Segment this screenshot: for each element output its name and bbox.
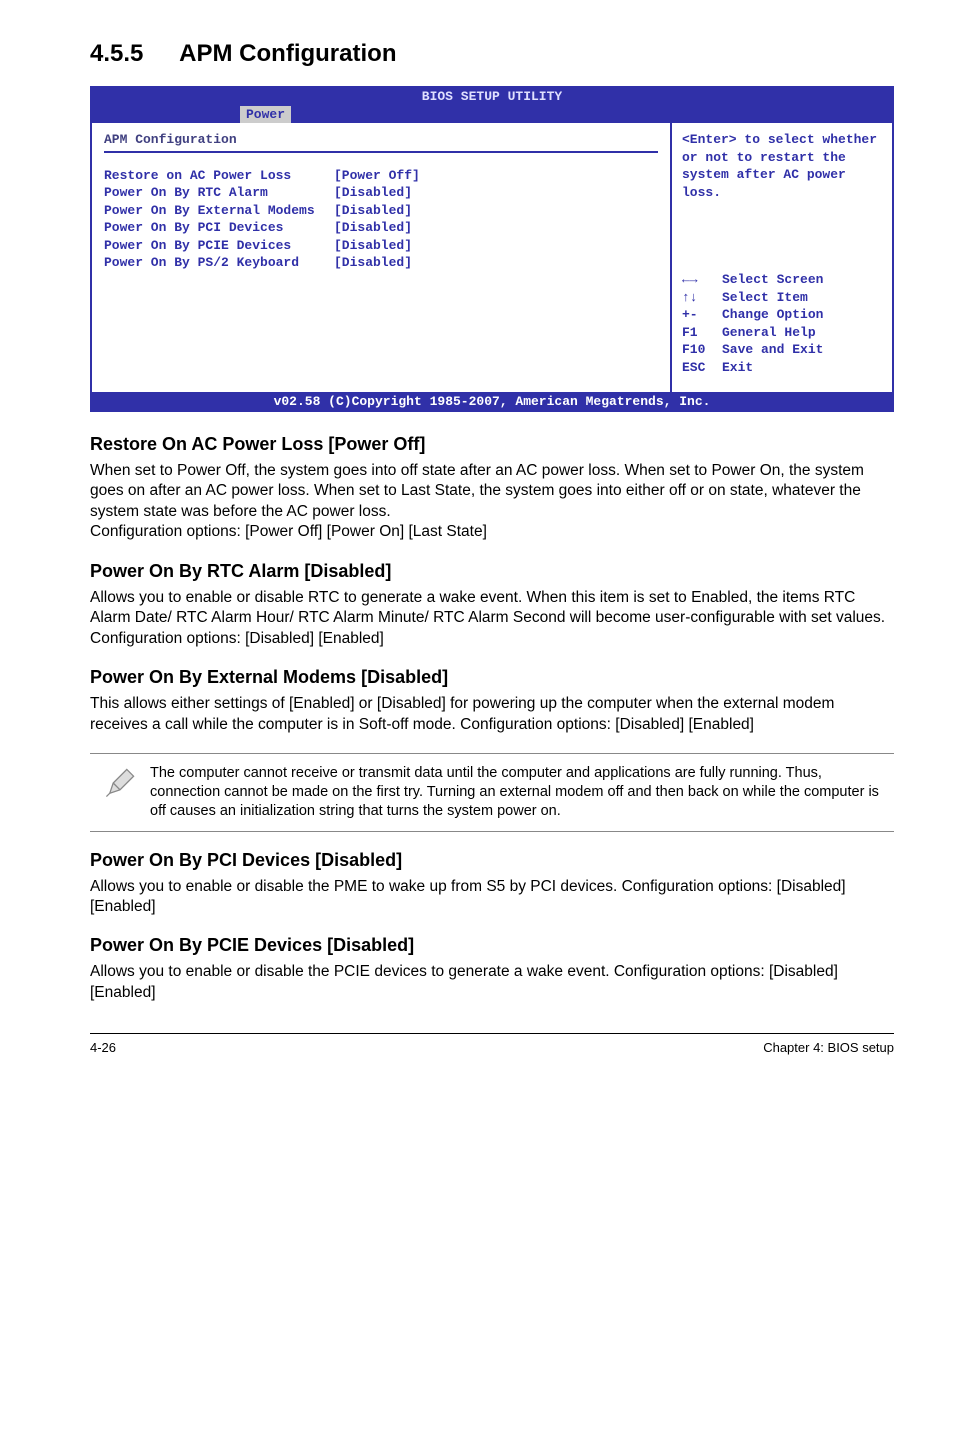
chapter-label: Chapter 4: BIOS setup [763,1040,894,1055]
bios-item-value: [Power Off] [334,167,420,185]
subsection-body: Allows you to enable or disable RTC to g… [90,588,894,649]
bios-screenshot: BIOS SETUP UTILITY Power APM Configurati… [90,86,894,412]
subsection-body: Allows you to enable or disable the PME … [90,877,894,918]
key-desc: Exit [722,359,753,377]
pencil-icon [90,764,150,805]
key-sym: ←→ [682,271,722,289]
bios-item: Power On By RTC Alarm [Disabled] [104,184,658,202]
key-desc: Change Option [722,306,823,324]
key-sym: ↑↓ [682,289,722,307]
bios-right-panel: <Enter> to select whether or not to rest… [672,123,892,392]
key-sym: F1 [682,324,722,342]
bios-item-value: [Disabled] [334,254,412,272]
bios-item-label: Power On By RTC Alarm [104,184,334,202]
bios-item-label: Power On By PCIE Devices [104,237,334,255]
bios-tab-power: Power [240,106,291,124]
section-title: 4.5.5 APM Configuration [90,40,894,68]
bios-item: Restore on AC Power Loss [Power Off] [104,167,658,185]
bios-item: Power On By PCIE Devices [Disabled] [104,237,658,255]
bios-item: Power On By External Modems [Disabled] [104,202,658,220]
subsection-body: Allows you to enable or disable the PCIE… [90,962,894,1003]
key-desc: General Help [722,324,816,342]
note-block: The computer cannot receive or transmit … [90,753,894,832]
subsection-heading: Power On By PCIE Devices [Disabled] [90,935,894,956]
key-desc: Select Screen [722,271,823,289]
bios-panel-title: APM Configuration [104,131,658,149]
key-sym: F10 [682,341,722,359]
page-number: 4-26 [90,1040,116,1055]
subsection-heading: Power On By PCI Devices [Disabled] [90,850,894,871]
bios-item: Power On By PCI Devices [Disabled] [104,219,658,237]
bios-key-legend: ←→Select Screen ↑↓Select Item +-Change O… [682,271,882,376]
bios-header: BIOS SETUP UTILITY [90,86,894,106]
subsection-heading: Restore On AC Power Loss [Power Off] [90,434,894,455]
key-sym: +- [682,306,722,324]
key-desc: Select Item [722,289,808,307]
section-number: 4.5.5 [90,40,143,67]
bios-item-value: [Disabled] [334,202,412,220]
bios-item-value: [Disabled] [334,219,412,237]
subsection-body: When set to Power Off, the system goes i… [90,461,894,543]
section-name: APM Configuration [179,40,396,67]
bios-item: Power On By PS/2 Keyboard [Disabled] [104,254,658,272]
bios-help-text: <Enter> to select whether or not to rest… [682,131,882,261]
subsection-heading: Power On By External Modems [Disabled] [90,667,894,688]
key-desc: Save and Exit [722,341,823,359]
bios-tab-bar: Power [90,106,894,124]
key-sym: ESC [682,359,722,377]
bios-item-value: [Disabled] [334,184,412,202]
subsection-heading: Power On By RTC Alarm [Disabled] [90,561,894,582]
bios-left-panel: APM Configuration Restore on AC Power Lo… [92,123,672,392]
note-text: The computer cannot receive or transmit … [150,764,894,821]
bios-item-value: [Disabled] [334,237,412,255]
page-footer: 4-26 Chapter 4: BIOS setup [90,1033,894,1055]
bios-footer: v02.58 (C)Copyright 1985-2007, American … [90,392,894,412]
bios-item-label: Power On By PCI Devices [104,219,334,237]
bios-item-label: Restore on AC Power Loss [104,167,334,185]
subsection-body: This allows either settings of [Enabled]… [90,694,894,735]
bios-item-label: Power On By PS/2 Keyboard [104,254,334,272]
bios-item-label: Power On By External Modems [104,202,334,220]
